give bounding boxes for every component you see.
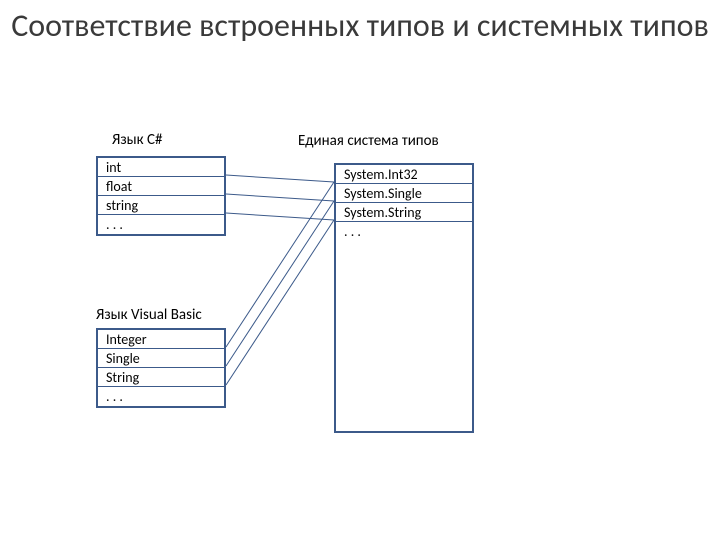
- csharp-row: . . .: [98, 215, 224, 234]
- box-cts: System.Int32 System.Single System.String…: [334, 163, 474, 433]
- vb-row: Integer: [98, 330, 224, 349]
- vb-row: . . .: [98, 387, 224, 406]
- csharp-row: string: [98, 196, 224, 215]
- slide-title: Соответствие встроенных типов и системны…: [0, 8, 720, 45]
- vb-row: String: [98, 368, 224, 387]
- box-csharp: int float string . . .: [96, 156, 226, 236]
- cts-row: System.Int32: [336, 165, 472, 184]
- cts-row: . . .: [336, 222, 472, 241]
- vb-row: Single: [98, 349, 224, 368]
- csharp-row: float: [98, 177, 224, 196]
- label-cts: Единая система типов: [298, 133, 448, 150]
- slide: Соответствие встроенных типов и системны…: [0, 0, 720, 540]
- label-csharp: Язык C#: [112, 132, 162, 149]
- label-vb: Язык Visual Basic: [96, 307, 202, 324]
- cts-row: System.String: [336, 203, 472, 222]
- box-vb: Integer Single String . . .: [96, 328, 226, 408]
- cts-row: System.Single: [336, 184, 472, 203]
- csharp-row: int: [98, 158, 224, 177]
